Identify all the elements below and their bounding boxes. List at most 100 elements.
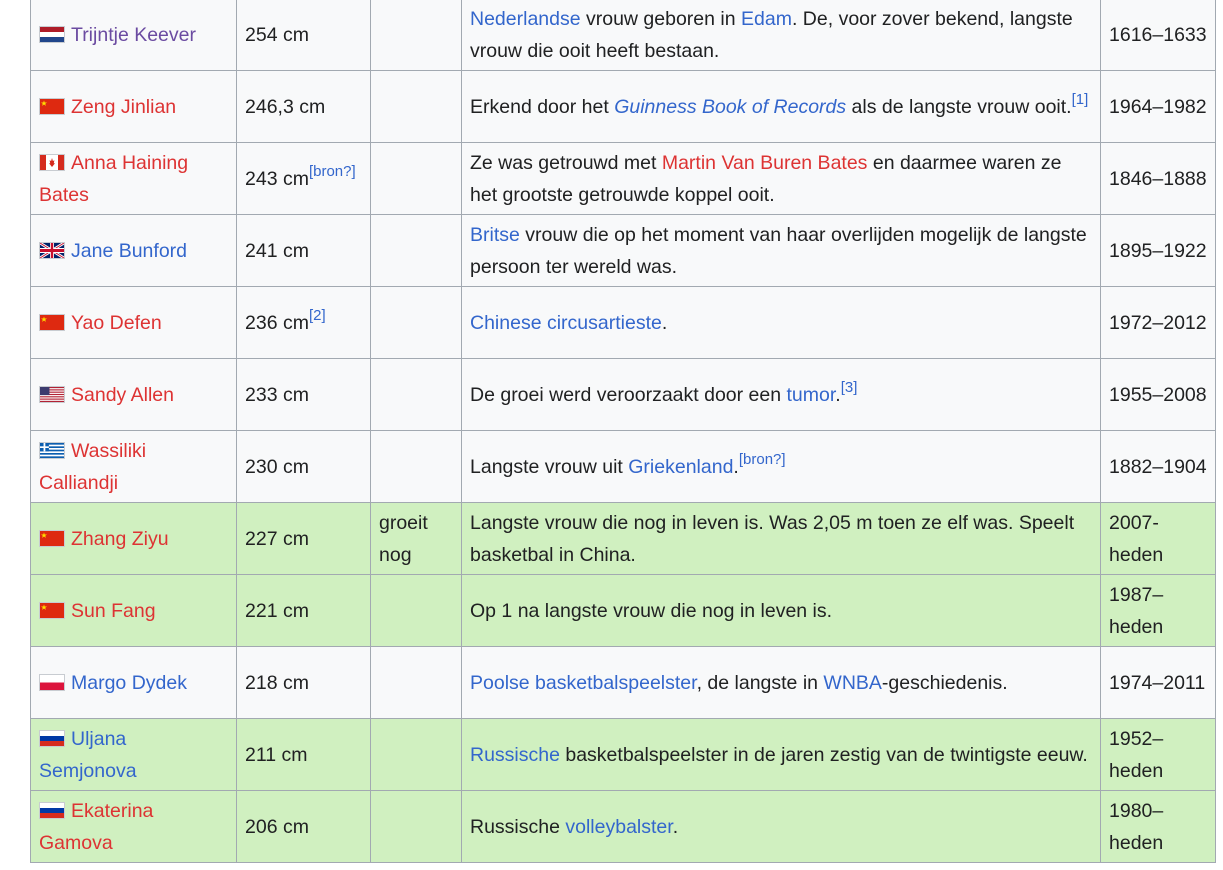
- description-cell: Russische volleybalster.: [462, 791, 1101, 862]
- note-cell: [371, 431, 462, 502]
- years-cell: 1952–heden: [1101, 719, 1216, 790]
- description-link[interactable]: Guinness Book of Records: [614, 96, 846, 118]
- name-cell: Zeng Jinlian: [31, 71, 237, 142]
- description-cell: Op 1 na langste vrouw die nog in leven i…: [462, 575, 1101, 646]
- years-cell: 1980–heden: [1101, 791, 1216, 862]
- note-cell: [371, 719, 462, 790]
- tallest-women-table: Trijntje Keever 254 cm Nederlandse vrouw…: [30, 0, 1216, 863]
- description-link[interactable]: Chinese circusartieste: [470, 312, 662, 334]
- flag-canada-icon: [39, 153, 65, 171]
- description-link[interactable]: volleybalster: [565, 816, 672, 838]
- description-link[interactable]: Martin Van Buren Bates: [662, 152, 868, 174]
- years-cell: 1846–1888: [1101, 143, 1216, 214]
- description-text: .: [672, 815, 679, 838]
- description-text: .: [661, 311, 668, 334]
- flag-russia-icon: [39, 729, 65, 747]
- description-link[interactable]: WNBA: [823, 672, 882, 694]
- flag-uk-icon: [39, 241, 65, 259]
- name-cell: Anna Haining Bates: [31, 143, 237, 214]
- description-link[interactable]: Russische: [470, 744, 560, 766]
- description-text: , de langste in: [696, 671, 824, 694]
- flag-china-icon: [39, 601, 65, 619]
- note-cell: [371, 0, 462, 70]
- length-cell: 243 cm[bron?]: [237, 143, 371, 214]
- description-text: Langste vrouw uit: [470, 455, 629, 478]
- description-cell: Langste vrouw uit Griekenland.[bron?]: [462, 431, 1101, 502]
- description-cell: Langste vrouw die nog in leven is. Was 2…: [462, 503, 1101, 574]
- table-row: Zhang Ziyu 227 cm groeit nog Langste vro…: [31, 503, 1216, 575]
- length-cell: 230 cm: [237, 431, 371, 502]
- description-text: Erkend door het: [470, 95, 615, 118]
- description-text: vrouw geboren in: [580, 8, 742, 30]
- person-link[interactable]: Sun Fang: [71, 600, 156, 622]
- note-cell: [371, 575, 462, 646]
- person-link[interactable]: Sandy Allen: [71, 384, 174, 406]
- note-cell: [371, 647, 462, 718]
- table-row: Ekaterina Gamova 206 cm Russische volley…: [31, 791, 1216, 863]
- reference-link[interactable]: [bron?]: [739, 451, 786, 468]
- name-cell: Uljana Semjonova: [31, 719, 237, 790]
- length-cell: 206 cm: [237, 791, 371, 862]
- length-cell: 221 cm: [237, 575, 371, 646]
- description-cell: Ze was getrouwd met Martin Van Buren Bat…: [462, 143, 1101, 214]
- flag-russia-icon: [39, 801, 65, 819]
- person-link[interactable]: Yao Defen: [71, 312, 162, 334]
- description-cell: Chinese circusartieste.: [462, 287, 1101, 358]
- note-cell: [371, 143, 462, 214]
- description-link[interactable]: tumor: [787, 384, 836, 406]
- name-cell: Margo Dydek: [31, 647, 237, 718]
- flag-poland-icon: [39, 673, 65, 691]
- length-cell: 218 cm: [237, 647, 371, 718]
- description-cell: Erkend door het Guinness Book of Records…: [462, 71, 1101, 142]
- description-link[interactable]: Britse: [470, 224, 520, 246]
- person-link[interactable]: Margo Dydek: [71, 672, 187, 694]
- length-cell: 211 cm: [237, 719, 371, 790]
- length-cell: 254 cm: [237, 0, 371, 70]
- reference-link[interactable]: [1]: [1072, 91, 1089, 108]
- name-cell: Zhang Ziyu: [31, 503, 237, 574]
- person-link[interactable]: Jane Bunford: [71, 240, 187, 262]
- table-row: Trijntje Keever 254 cm Nederlandse vrouw…: [31, 0, 1216, 71]
- person-link[interactable]: Trijntje Keever: [71, 24, 196, 46]
- reference-link[interactable]: [2]: [309, 307, 326, 324]
- person-link[interactable]: Zhang Ziyu: [71, 528, 169, 550]
- years-cell: 1964–1982: [1101, 71, 1216, 142]
- years-cell: 1616–1633: [1101, 0, 1216, 70]
- length-text: 243 cm: [245, 167, 309, 190]
- name-cell: Yao Defen: [31, 287, 237, 358]
- flag-usa-icon: [39, 385, 65, 403]
- reference-link[interactable]: [3]: [841, 379, 858, 396]
- description-link[interactable]: Edam: [741, 8, 792, 30]
- table-row: Sun Fang 221 cm Op 1 na langste vrouw di…: [31, 575, 1216, 647]
- description-cell: Britse vrouw die op het moment van haar …: [462, 215, 1101, 286]
- years-cell: 1955–2008: [1101, 359, 1216, 430]
- table-row: Yao Defen 236 cm[2] Chinese circusarties…: [31, 287, 1216, 359]
- length-text: 236 cm: [245, 311, 309, 334]
- description-link[interactable]: Griekenland: [628, 456, 733, 478]
- name-cell: Ekaterina Gamova: [31, 791, 237, 862]
- table-row: Wassiliki Calliandji 230 cm Langste vrou…: [31, 431, 1216, 503]
- description-cell: Russische basketbalspeelster in de jaren…: [462, 719, 1101, 790]
- description-text: Russische: [470, 815, 566, 838]
- length-cell: 241 cm: [237, 215, 371, 286]
- reference-link[interactable]: [bron?]: [309, 163, 356, 180]
- flag-china-icon: [39, 97, 65, 115]
- table-row: Anna Haining Bates 243 cm[bron?] Ze was …: [31, 143, 1216, 215]
- flag-netherlands-icon: [39, 26, 65, 43]
- name-cell: Sun Fang: [31, 575, 237, 646]
- years-cell: 1987–heden: [1101, 575, 1216, 646]
- description-text: De groei werd veroorzaakt door een: [470, 383, 787, 406]
- person-link[interactable]: Zeng Jinlian: [71, 96, 176, 118]
- flag-greece-icon: [39, 441, 65, 459]
- description-text: Ze was getrouwd met: [470, 151, 662, 174]
- description-text: vrouw die op het moment van haar overlij…: [470, 223, 1087, 278]
- table-row: Sandy Allen 233 cm De groei werd veroorz…: [31, 359, 1216, 431]
- note-cell: [371, 791, 462, 862]
- table-row: Zeng Jinlian 246,3 cm Erkend door het Gu…: [31, 71, 1216, 143]
- description-text: Langste vrouw die nog in leven is. Was 2…: [470, 511, 1075, 566]
- description-link[interactable]: Poolse basketbalspeelster: [470, 672, 697, 694]
- table-row: Jane Bunford 241 cm Britse vrouw die op …: [31, 215, 1216, 287]
- description-link[interactable]: Nederlandse: [470, 8, 581, 30]
- length-cell: 227 cm: [237, 503, 371, 574]
- table-row: Margo Dydek 218 cm Poolse basketbalspeel…: [31, 647, 1216, 719]
